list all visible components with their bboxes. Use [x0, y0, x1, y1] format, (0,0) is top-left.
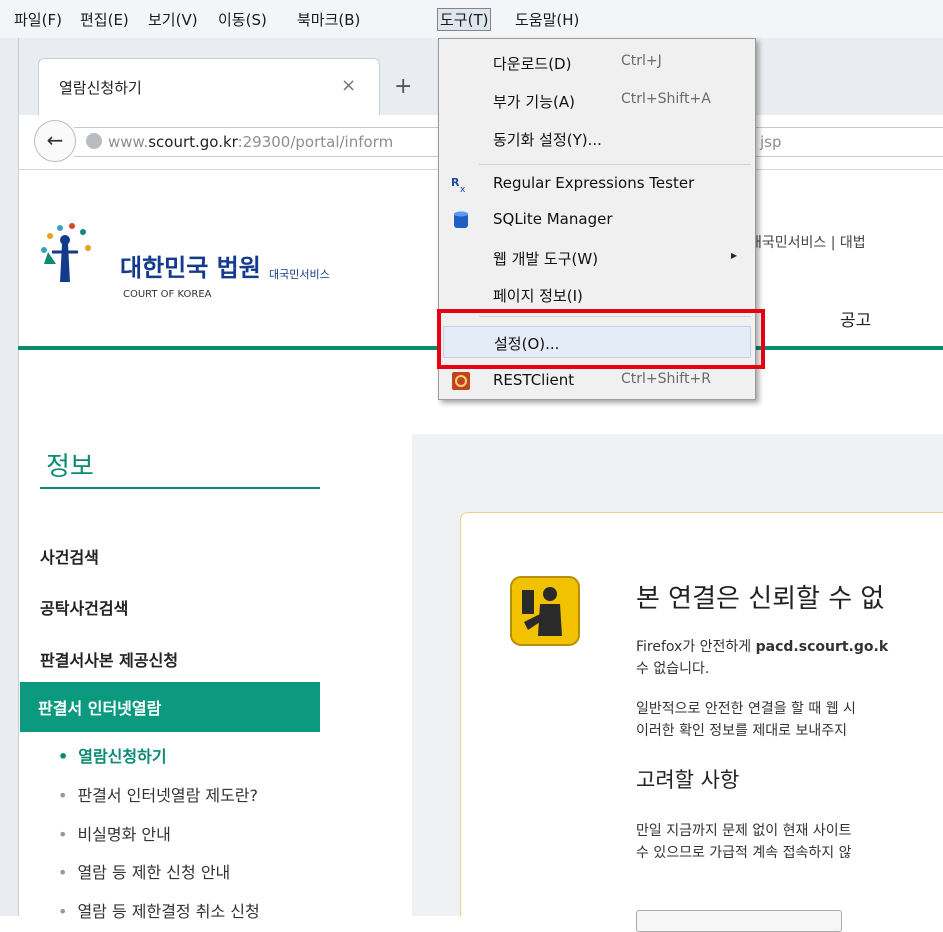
- menu-item-label: RESTClient: [493, 371, 575, 389]
- sidebar-subitem-label: 판결서 인터넷열람 제도란?: [77, 786, 259, 805]
- menu-item-page-info[interactable]: 페이지 정보(I): [439, 279, 755, 311]
- menu-bar: 파일(F) 편집(E) 보기(V) 이동(S) 북마크(B) 도구(T) 도움말…: [0, 0, 943, 39]
- url-prefix: www.: [108, 133, 149, 151]
- menu-tools[interactable]: 도구(T): [437, 8, 492, 31]
- svg-text:R: R: [451, 176, 460, 189]
- sidebar-item-case-search[interactable]: 사건검색: [40, 544, 99, 568]
- menu-item-sqlite-manager[interactable]: SQLite Manager: [439, 204, 755, 236]
- menu-item-label: 동기화 설정(Y)...: [493, 131, 602, 149]
- sidebar-subitem-label: 열람 등 제한결정 취소 신청: [77, 902, 260, 921]
- error-action-button[interactable]: [636, 910, 842, 932]
- menu-view[interactable]: 보기(V): [148, 9, 198, 30]
- error-text-prefix: Firefox가 안전하게: [636, 639, 756, 655]
- tab-close-icon[interactable]: ×: [341, 75, 356, 96]
- top-links[interactable]: 대국민서비스 | 대법: [749, 232, 866, 252]
- menu-item-label: Regular Expressions Tester: [493, 174, 695, 192]
- consider-heading: 고려할 사항: [636, 768, 740, 792]
- menu-item-label: 다운로드(D): [493, 55, 572, 73]
- sidebar-subitem-label: 비실명화 안내: [77, 825, 171, 844]
- bullet-icon: •: [58, 902, 68, 921]
- window-edge: [0, 38, 19, 916]
- menu-item-regex-tester[interactable]: R x Regular Expressions Tester: [439, 168, 755, 200]
- sidebar-title: 정보: [46, 452, 94, 482]
- menu-item-web-developer[interactable]: 웹 개발 도구(W) ▸: [439, 242, 755, 274]
- menu-item-addons[interactable]: 부가 기능(A) Ctrl+Shift+A: [439, 85, 755, 117]
- court-logo-icon: [41, 223, 91, 282]
- submenu-arrow-icon: ▸: [731, 248, 738, 262]
- back-button[interactable]: ←: [34, 120, 76, 162]
- globe-icon: [86, 133, 102, 149]
- error-text-line: 일반적으로 안전한 연결을 할 때 웹 시: [636, 701, 856, 717]
- browser-tab[interactable]: 열람신청하기 ×: [38, 58, 380, 117]
- site-logo-english: COURT OF KOREA: [123, 289, 212, 300]
- sidebar-item-deposit-search[interactable]: 공탁사건검색: [40, 595, 128, 619]
- sidebar-subitem-restriction[interactable]: • 열람 등 제한 신청 안내: [58, 859, 230, 883]
- menu-help[interactable]: 도움말(H): [515, 9, 579, 30]
- menu-item-label: 페이지 정보(I): [493, 287, 583, 305]
- error-text-line: 수 없습니다.: [636, 661, 710, 677]
- sidebar-subitem-apply[interactable]: • 열람신청하기: [58, 743, 167, 767]
- menu-item-shortcut: Ctrl+Shift+A: [621, 91, 711, 107]
- error-host: pacd.scourt.go.k: [755, 639, 889, 655]
- error-text-line: Firefox가 안전하게 pacd.scourt.go.k: [636, 636, 888, 656]
- sidebar-subitem-label: 열람신청하기: [78, 747, 167, 766]
- menu-item-label: 부가 기능(A): [493, 93, 575, 111]
- sidebar-subitem-about[interactable]: • 판결서 인터넷열람 제도란?: [58, 782, 258, 806]
- url-domain: scourt.go.kr: [148, 133, 238, 151]
- tab-title: 열람신청하기: [59, 79, 142, 97]
- menu-item-restclient[interactable]: RESTClient Ctrl+Shift+R: [439, 365, 755, 397]
- menu-item-shortcut: Ctrl+J: [621, 53, 662, 69]
- menu-item-shortcut: Ctrl+Shift+R: [621, 371, 711, 387]
- menu-file[interactable]: 파일(F): [14, 9, 62, 30]
- sidebar-subitem-anonymization[interactable]: • 비실명화 안내: [58, 821, 171, 845]
- database-icon: [454, 211, 468, 228]
- url-tail: jsp: [760, 133, 782, 151]
- bullet-icon: •: [58, 863, 68, 882]
- bullet-icon: •: [58, 747, 69, 766]
- error-text-line: 만일 지금까지 문제 없이 현재 사이트: [636, 823, 852, 839]
- restclient-icon: [452, 372, 470, 390]
- security-warning-icon: [510, 576, 580, 646]
- sidebar-item-label: 판결서 인터넷열람: [38, 699, 162, 718]
- sidebar-subitem-cancel[interactable]: • 열람 등 제한결정 취소 신청: [58, 898, 260, 922]
- sidebar-item-judgment-online[interactable]: 판결서 인터넷열람: [20, 682, 320, 732]
- bullet-icon: •: [58, 825, 68, 844]
- menu-edit[interactable]: 편집(E): [80, 9, 129, 30]
- error-text-line: 수 있으므로 가급적 계속 접속하지 않: [636, 845, 852, 861]
- sidebar-divider: [40, 487, 320, 489]
- svg-text:x: x: [460, 185, 466, 194]
- sidebar-subitem-label: 열람 등 제한 신청 안내: [77, 863, 231, 882]
- site-logo-subtitle: 대국민서비스: [269, 268, 330, 281]
- sidebar-item-judgment-copy[interactable]: 판결서사본 제공신청: [40, 647, 178, 671]
- url-text[interactable]: www.scourt.go.kr:29300/portal/inform: [108, 133, 393, 151]
- regex-icon: R x: [451, 176, 466, 194]
- error-text-line: 이러한 확인 정보를 제대로 보내주지: [636, 723, 847, 739]
- new-tab-icon[interactable]: +: [394, 74, 412, 99]
- menu-bookmarks[interactable]: 북마크(B): [297, 9, 360, 30]
- nav-notice[interactable]: 공고: [840, 306, 871, 331]
- highlight-box: [437, 309, 765, 369]
- menu-separator: [479, 164, 751, 165]
- site-logo-text[interactable]: 대한민국 법원: [120, 248, 261, 283]
- menu-item-label: SQLite Manager: [493, 210, 613, 228]
- menu-item-downloads[interactable]: 다운로드(D) Ctrl+J: [439, 47, 755, 79]
- menu-go[interactable]: 이동(S): [218, 9, 267, 30]
- error-title: 본 연결은 신뢰할 수 없: [636, 584, 885, 614]
- bullet-icon: •: [58, 786, 68, 805]
- url-path: :29300/portal/inform: [237, 133, 394, 151]
- menu-item-sync[interactable]: 동기화 설정(Y)...: [439, 123, 755, 155]
- menu-item-label: 웹 개발 도구(W): [493, 250, 599, 268]
